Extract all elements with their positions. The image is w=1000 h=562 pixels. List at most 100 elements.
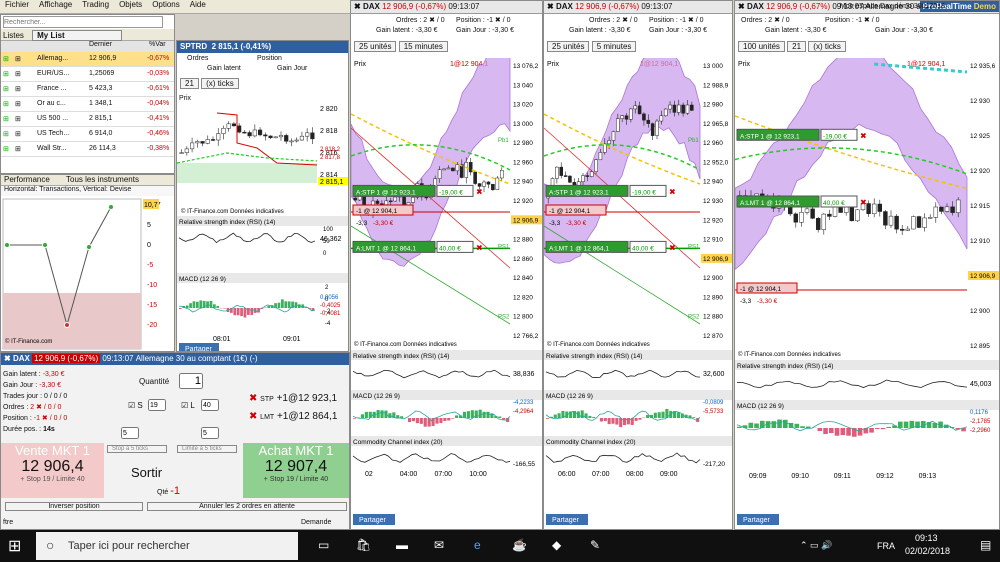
rsi-tick: 100 — [323, 227, 334, 233]
timeframe-select[interactable]: 5 minutes — [591, 41, 637, 52]
bollinger-band — [735, 58, 968, 271]
ticks-select[interactable]: (x) ticks — [201, 78, 239, 89]
limit-order-close-icon[interactable]: ✖ — [669, 243, 676, 252]
stop-input[interactable] — [148, 399, 166, 411]
dax-candle — [442, 168, 446, 171]
start-icon[interactable]: ⊞ — [8, 536, 21, 556]
task-view-icon[interactable]: ▭ — [318, 538, 329, 552]
menu-1[interactable]: Affichage — [39, 0, 72, 9]
taskbar: ⊞ ○ Taper ici pour rechercher ▭ 🛍 ▬ ✉ e … — [0, 530, 1000, 562]
macd0-bar — [423, 418, 427, 427]
list-item[interactable]: ⊞ ⊞ Or au c... 1 348,1 -0,04% — [1, 97, 174, 112]
lmt-order[interactable]: ✖ LMT +1@12 864,1 — [249, 411, 337, 422]
store-icon[interactable]: 🛍 — [356, 538, 371, 552]
add-icon[interactable]: ⊞ — [3, 70, 9, 78]
menu-2[interactable]: Trading — [82, 0, 109, 9]
macd0-bar — [411, 418, 416, 422]
list-item[interactable]: ⊞ ⊞ Allemag... 12 906,9 -0,67% — [1, 52, 174, 67]
java-icon[interactable]: ☕ — [512, 538, 527, 552]
list-item[interactable]: ⊞ ⊞ US Tech... 6 914,0 -0,46% — [1, 127, 174, 142]
search-input[interactable] — [3, 16, 163, 28]
y-axis-tick: 12 920 — [513, 198, 533, 205]
add-icon[interactable]: ⊞ — [3, 55, 9, 63]
list-item[interactable]: ⊞ ⊞ Wall Str... 26 114,3 -0,38% — [1, 142, 174, 157]
dax-candle — [616, 118, 620, 132]
limit-step[interactable] — [201, 427, 219, 439]
exit-button[interactable]: Sortir — [131, 465, 162, 480]
limit-input[interactable] — [201, 399, 219, 411]
dax-candle — [821, 213, 827, 230]
menu-5[interactable]: Aide — [190, 0, 206, 9]
list-header: Dernier %Var — [1, 41, 174, 52]
pivot-ps1: PS1 — [498, 244, 510, 250]
units-select[interactable]: 25 unités — [354, 41, 397, 52]
lists-tab[interactable]: Listes — [3, 31, 24, 40]
edge-icon[interactable]: e — [474, 538, 481, 552]
macd1-bar — [580, 410, 584, 418]
y-axis-tick: 12 920 — [970, 168, 990, 175]
list-item[interactable]: ⊞ ⊞ France ... 5 423,3 -0,61% — [1, 82, 174, 97]
menu-3[interactable]: Objets — [119, 0, 142, 9]
pivot-ps1: PS1 — [688, 244, 700, 250]
sell-button[interactable]: Vente MKT 1 12 906,4 + Stop 19 / Limite … — [1, 443, 104, 498]
limit-5-button[interactable]: Limite à 5 ticks — [177, 445, 237, 453]
app-icon[interactable]: ◆ — [552, 538, 561, 552]
taskbar-search[interactable]: ○ Taper ici pour rechercher — [36, 532, 298, 560]
y-axis-tick: 12 890 — [703, 294, 723, 301]
y-axis-tick: 12 965,8 — [703, 121, 729, 128]
y-axis-tick: 12 880 — [703, 314, 723, 321]
list-select[interactable]: My List — [32, 30, 123, 41]
stop-step[interactable] — [121, 427, 139, 439]
stop-5-button[interactable]: Stop à 5 ticks — [107, 445, 167, 453]
menu-4[interactable]: Options — [152, 0, 180, 9]
list-item[interactable]: ⊞ ⊞ EUR/US... 1,25069 -0,03% — [1, 67, 174, 82]
cci-line — [545, 452, 701, 464]
add-icon[interactable]: ⊞ — [3, 115, 9, 123]
search-icon: ○ — [46, 537, 55, 553]
tray-icons[interactable]: ⌃ ▭ 🔊 — [800, 540, 832, 551]
units-select[interactable]: 25 unités — [547, 41, 590, 52]
paint-icon[interactable]: ✎ — [590, 538, 600, 552]
x-axis-tick: 07:00 — [592, 471, 610, 478]
tick-count[interactable]: 21 — [787, 41, 807, 52]
buy-button[interactable]: Achat MKT 1 12 907,4 + Stop 19 / Limite … — [243, 443, 349, 498]
dax-candle — [939, 206, 944, 212]
stop-order-close-icon[interactable]: ✖ — [669, 187, 676, 196]
add-icon[interactable]: ⊞ — [3, 145, 9, 153]
unit-select[interactable]: 21 — [180, 78, 199, 89]
limit-order-close-icon[interactable]: ✖ — [860, 198, 867, 207]
limit-order-label: A:LMT 1 @ 12 864,1 — [549, 245, 609, 252]
add-icon[interactable]: ⊞ — [3, 85, 9, 93]
stop-order-close-icon[interactable]: ✖ — [860, 131, 867, 140]
list-item[interactable]: ⊞ ⊞ US 500 ... 2 815,1 -0,41% — [1, 112, 174, 127]
perf-axis-label: Horizontal: Transactions, Vertical: Devi… — [1, 186, 174, 196]
stop-order-close-icon[interactable]: ✖ — [476, 187, 483, 196]
add-icon[interactable]: ⊞ — [3, 100, 9, 108]
quantity-input[interactable] — [179, 373, 203, 389]
sptrd-macd-bar — [192, 301, 196, 308]
timeframe-select[interactable]: 15 minutes — [398, 41, 448, 52]
y-axis-tick: 12 935,6 — [970, 63, 996, 70]
last-price: 1 348,1 — [89, 100, 113, 107]
pivot-ps2: PS2 — [498, 314, 510, 320]
macd0-bar — [447, 418, 451, 421]
macd0-bar — [396, 415, 400, 418]
macd0-bar — [482, 411, 486, 418]
units-select[interactable]: 100 unités — [738, 41, 785, 52]
add-icon[interactable]: ⊞ — [3, 130, 9, 138]
sptrd-candle — [242, 131, 247, 134]
folder-icon[interactable]: ▬ — [396, 538, 408, 552]
reverse-button[interactable]: Inverser position — [5, 502, 143, 511]
trend-line — [544, 225, 701, 325]
limit-order-close-icon[interactable]: ✖ — [476, 243, 483, 252]
expand-icon: ⊞ — [15, 71, 21, 78]
mail-icon[interactable]: ✉ — [434, 538, 444, 552]
cancel-orders-button[interactable]: Annuler les 2 ordres en attente — [147, 502, 347, 511]
macd2-bar — [783, 419, 788, 428]
timeframe-select[interactable]: (x) ticks — [808, 41, 846, 52]
rsi-tick: 0 — [323, 251, 327, 257]
limit-order-gain: 40,00 € — [823, 200, 845, 207]
stp-order[interactable]: ✖ STP +1@12 923,1 — [249, 393, 337, 404]
notification-icon[interactable]: ▤ — [980, 538, 991, 552]
menu-0[interactable]: Fichier — [5, 0, 29, 9]
